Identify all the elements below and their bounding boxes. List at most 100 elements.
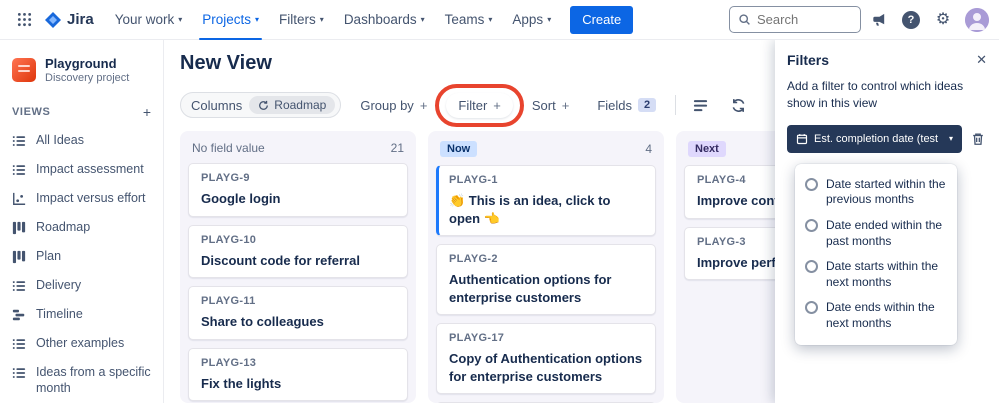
sidebar-item-delivery[interactable]: Delivery [0,271,163,300]
radio-button[interactable] [805,301,818,315]
sidebar-item-label: Timeline [36,306,83,321]
fields-label: Fields [597,97,633,113]
chevron-down-icon: ▾ [255,14,260,24]
group-by-button[interactable]: Group by + [351,94,436,117]
search-icon [738,13,751,26]
megaphone-icon[interactable] [865,6,893,34]
card-key: PLAYG-9 [201,172,250,184]
radio-button[interactable] [805,177,818,191]
idea-card-playg-11[interactable]: PLAYG-11 Share to colleagues [188,286,408,340]
filter-label: Filter [458,97,488,113]
idea-card-playg-2[interactable]: PLAYG-2 Authentication options for enter… [436,244,656,316]
sidebar-item-ideas-from-specific-month[interactable]: Ideas from a specific month [0,358,163,403]
card-key: PLAYG-2 [449,253,498,266]
jira-logo[interactable]: Jira [44,11,94,29]
timeline-bars-icon [12,307,26,323]
filter-option-date-ended-past[interactable]: Date ended within the past months [795,213,957,254]
plus-icon: + [493,97,501,113]
card-summary: 👏 This is an idea, click to open 👈 [449,193,611,226]
sidebar-item-label: Impact versus effort [36,190,146,205]
help-icon[interactable]: ? [897,6,925,34]
filter-option-label: Date ended within the past months [826,217,943,248]
columns-field-button[interactable]: Columns Roadmap [180,92,342,118]
add-view-button[interactable]: + [143,104,151,120]
close-icon[interactable]: ✕ [976,52,987,68]
project-name: Playground [45,56,117,71]
idea-card-playg-13[interactable]: PLAYG-13 Fix the lights [188,347,408,402]
board-column-no-field-value: No field value 21 PLAYG-9 Google login P… [180,131,416,403]
jira-logo-text: Jira [67,11,94,28]
column-title: No field value [192,141,265,155]
nav-item-label: Your work [114,12,175,27]
sidebar-item-plan[interactable]: Plan [0,242,163,271]
trash-icon[interactable] [969,130,987,148]
sidebar-item-label: Plan [36,248,62,263]
filter-field-dropdown[interactable]: Est. completion date (test ▾ [787,124,962,153]
radio-button[interactable] [805,260,818,274]
filter-option-date-started-previous[interactable]: Date started within the previous months [795,172,957,213]
nav-item-label: Dashboards [343,12,417,27]
sidebar-item-timeline[interactable]: Timeline [0,300,163,329]
search-input[interactable] [757,12,853,27]
radio-button[interactable] [805,218,818,232]
sort-button[interactable]: Sort + [523,94,578,117]
sidebar-item-all-ideas[interactable]: All Ideas [0,126,163,155]
group-by-label: Group by [360,97,414,113]
card-key: PLAYG-11 [201,295,256,308]
toolbar-divider [675,95,677,115]
create-button[interactable]: Create [570,5,634,34]
project-header[interactable]: Playground Discovery project [0,50,163,100]
idea-card-playg-17[interactable]: PLAYG-17 Copy of Authentication options … [436,323,656,395]
chevron-down-icon: ▾ [178,14,183,24]
idea-card-playg-9[interactable]: PLAYG-9 Google login [188,163,408,217]
matrix-chart-icon [12,191,26,207]
chevron-down-icon: ▾ [547,14,552,24]
sidebar-item-roadmap[interactable]: Roadmap [0,213,163,242]
card-summary: Authentication options for enterprise cu… [449,272,612,305]
sidebar-item-impact-assessment[interactable]: Impact assessment [0,155,163,184]
views-section-header: VIEWS + [0,100,163,126]
nav-item-projects[interactable]: Projects ▾ [193,0,268,40]
nav-item-apps[interactable]: Apps ▾ [503,0,560,40]
card-summary: Share to colleagues [201,314,324,330]
fields-button[interactable]: Fields 2 [588,94,665,117]
filters-panel-description: Add a filter to control which ideas show… [787,79,964,111]
card-key: PLAYG-10 [201,233,257,246]
sidebar-item-impact-versus-effort[interactable]: Impact versus effort [0,184,163,213]
idea-card-playg-10[interactable]: PLAYG-10 Discount code for referral [188,224,408,279]
user-avatar[interactable] [965,7,989,32]
list-icon [12,365,26,381]
nav-item-filters[interactable]: Filters ▾ [270,0,333,40]
idea-card-playg-1[interactable]: PLAYG-1 👏 This is an idea, click to open… [436,165,656,237]
nav-item-label: Filters [279,12,316,27]
sidebar-item-label: Delivery [36,277,82,292]
filter-button[interactable]: Filter + [446,92,513,118]
project-type: Discovery project [45,71,130,84]
filter-option-date-starts-next[interactable]: Date starts within the next months [795,254,957,295]
column-count: 4 [645,142,652,156]
view-density-icon[interactable] [686,91,714,119]
board-column-now: Now 4 PLAYG-1 👏 This is an idea, click t… [428,131,664,403]
chevron-down-icon: ▾ [319,14,324,24]
sidebar-item-other-examples[interactable]: Other examples [0,329,163,358]
nav-item-dashboards[interactable]: Dashboards ▾ [335,0,434,40]
columns-value-chip: Roadmap [249,96,336,114]
top-navigation: Jira Your work ▾ Projects ▾ Filters ▾ Da… [0,0,999,40]
nav-item-your-work[interactable]: Your work ▾ [106,0,192,40]
sidebar: Playground Discovery project VIEWS + All… [0,40,164,403]
refresh-sync-icon[interactable] [724,91,752,119]
nav-item-teams[interactable]: Teams ▾ [436,0,502,40]
sidebar-item-label: All Ideas [36,132,84,147]
card-key: PLAYG-13 [201,356,257,369]
card-summary: Discount code for referral [201,252,360,268]
filters-panel-title: Filters [787,52,830,68]
filter-field-row: Est. completion date (test ▾ [787,124,987,153]
app-switcher-icon[interactable] [10,6,38,34]
filter-option-label: Date started within the previous months [826,176,946,207]
search-box[interactable] [729,6,861,33]
chevron-down-icon: ▾ [948,133,953,143]
project-icon [12,57,36,82]
filter-option-date-ends-next[interactable]: Date ends within the next months [795,295,957,336]
settings-gear-icon[interactable]: ⚙ [929,6,957,34]
column-title-badge: Now [440,141,478,157]
